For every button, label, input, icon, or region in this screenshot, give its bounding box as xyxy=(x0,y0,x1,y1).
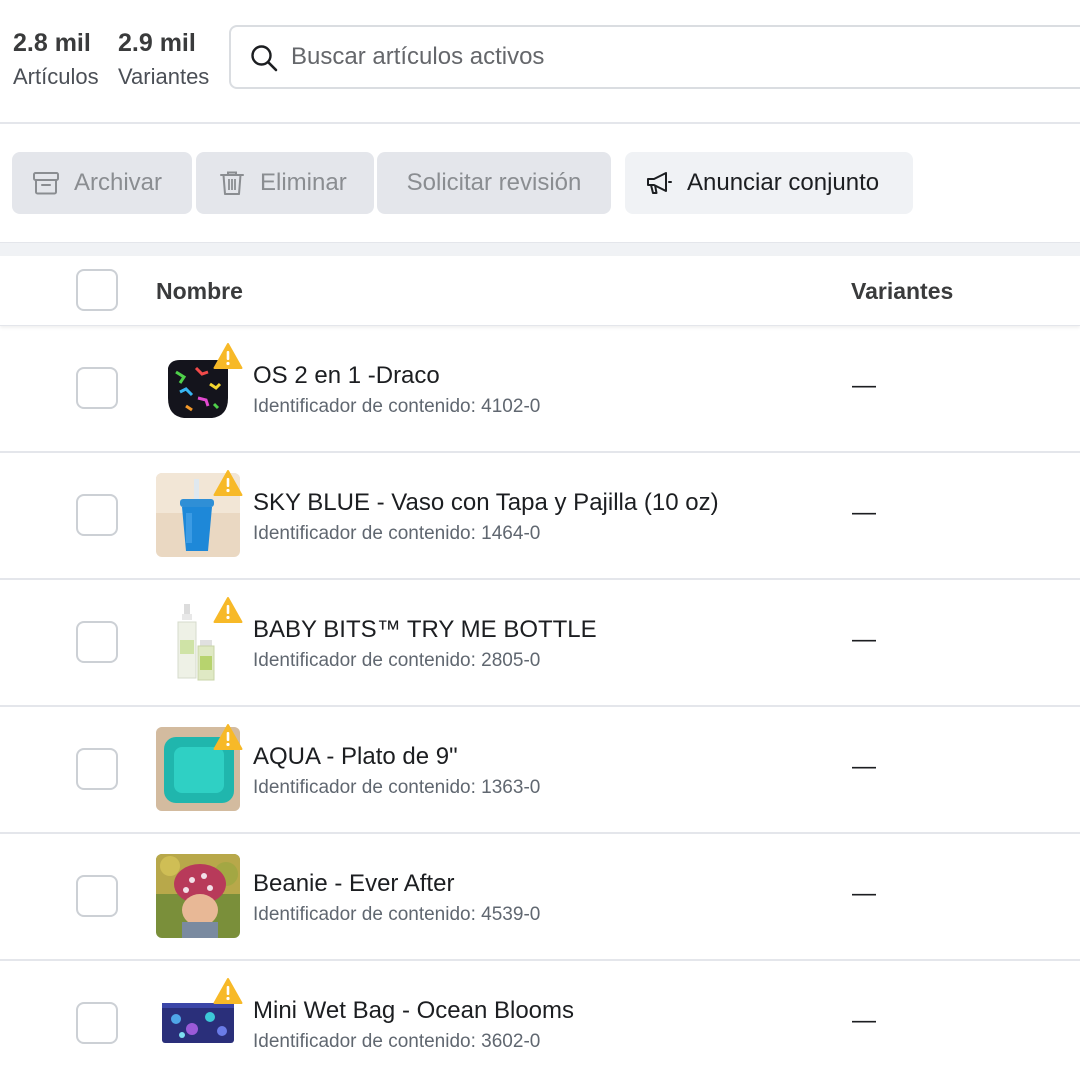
content-id-label: Identificador de contenido: xyxy=(253,1031,476,1052)
announce-set-label: Anunciar conjunto xyxy=(687,169,880,196)
variants-value: — xyxy=(852,753,876,780)
product-name[interactable]: Beanie - Ever After xyxy=(253,870,454,898)
content-id: Identificador de contenido: 4102-0 xyxy=(253,396,540,418)
warning-icon[interactable] xyxy=(213,977,243,1005)
variants-label: Variantes xyxy=(118,64,210,89)
warning-icon[interactable] xyxy=(213,723,243,751)
content-id: Identificador de contenido: 1464-0 xyxy=(253,523,540,545)
row-checkbox[interactable] xyxy=(76,367,118,409)
table-row[interactable]: SKY BLUE - Vaso con Tapa y Pajilla (10 o… xyxy=(0,453,1080,580)
content-id-value: 4539-0 xyxy=(481,904,541,925)
header-bar: 2.8 mil Artículos 2.9 mil Variantes xyxy=(0,0,1080,124)
articles-label: Artículos xyxy=(13,64,99,89)
table-row[interactable]: OS 2 en 1 -Draco Identificador de conten… xyxy=(0,326,1080,453)
request-review-label: Solicitar revisión xyxy=(406,169,582,196)
variants-value: — xyxy=(852,499,876,526)
product-name[interactable]: AQUA - Plato de 9" xyxy=(253,743,458,771)
variants-value: — xyxy=(852,880,876,907)
search-input[interactable] xyxy=(291,37,1071,77)
trash-icon xyxy=(220,171,244,195)
content-id-value: 3602-0 xyxy=(481,1031,541,1052)
table-header: Nombre Variantes xyxy=(0,256,1080,326)
table-row[interactable]: AQUA - Plato de 9" Identificador de cont… xyxy=(0,707,1080,834)
row-checkbox[interactable] xyxy=(76,621,118,663)
warning-icon[interactable] xyxy=(213,596,243,624)
search-box[interactable] xyxy=(229,25,1080,89)
content-id-value: 2805-0 xyxy=(481,650,541,671)
table-row[interactable]: Beanie - Ever After Identificador de con… xyxy=(0,834,1080,961)
warning-icon[interactable] xyxy=(213,469,243,497)
content-id: Identificador de contenido: 3602-0 xyxy=(253,1031,540,1053)
variants-value: — xyxy=(852,372,876,399)
content-id: Identificador de contenido: 4539-0 xyxy=(253,904,540,926)
megaphone-icon xyxy=(647,172,672,194)
archive-button[interactable]: Archivar xyxy=(12,152,192,214)
search-icon xyxy=(251,45,278,72)
content-id-value: 4102-0 xyxy=(481,396,541,417)
articles-count: 2.8 mil xyxy=(13,29,91,57)
variants-value: — xyxy=(852,1007,876,1034)
product-name[interactable]: SKY BLUE - Vaso con Tapa y Pajilla (10 o… xyxy=(253,489,719,517)
content-id-label: Identificador de contenido: xyxy=(253,396,476,417)
table-row[interactable]: BABY BITS™ TRY ME BOTTLE Identificador d… xyxy=(0,580,1080,707)
variants-stat: 2.9 mil Variantes xyxy=(118,28,209,92)
row-checkbox[interactable] xyxy=(76,748,118,790)
content-id: Identificador de contenido: 1363-0 xyxy=(253,777,540,799)
table-row[interactable]: Mini Wet Bag - Ocean Blooms Identificado… xyxy=(0,961,1080,1080)
product-name[interactable]: BABY BITS™ TRY ME BOTTLE xyxy=(253,616,597,644)
content-id-value: 1363-0 xyxy=(481,777,541,798)
warning-icon[interactable] xyxy=(213,342,243,370)
content-id-label: Identificador de contenido: xyxy=(253,904,476,925)
bulk-actions-toolbar: Archivar Eliminar Solicitar revisión Anu… xyxy=(0,124,1080,244)
content-id: Identificador de contenido: 2805-0 xyxy=(253,650,540,672)
content-id-label: Identificador de contenido: xyxy=(253,523,476,544)
product-thumbnail[interactable] xyxy=(156,854,240,938)
archive-label: Archivar xyxy=(74,169,163,196)
content-id-label: Identificador de contenido: xyxy=(253,777,476,798)
variants-value: — xyxy=(852,626,876,653)
column-header-variants[interactable]: Variantes xyxy=(851,278,953,305)
variants-count: 2.9 mil xyxy=(118,29,196,57)
row-checkbox[interactable] xyxy=(76,1002,118,1044)
delete-button[interactable]: Eliminar xyxy=(196,152,374,214)
content-id-value: 1464-0 xyxy=(481,523,541,544)
content-id-label: Identificador de contenido: xyxy=(253,650,476,671)
row-checkbox[interactable] xyxy=(76,875,118,917)
product-name[interactable]: Mini Wet Bag - Ocean Blooms xyxy=(253,997,574,1025)
delete-label: Eliminar xyxy=(260,169,347,196)
archive-icon xyxy=(33,172,59,195)
product-name[interactable]: OS 2 en 1 -Draco xyxy=(253,362,440,390)
announce-set-button[interactable]: Anunciar conjunto xyxy=(625,152,913,214)
request-review-button[interactable]: Solicitar revisión xyxy=(377,152,611,214)
articles-stat: 2.8 mil Artículos xyxy=(13,28,99,92)
section-divider xyxy=(0,242,1080,256)
column-header-name[interactable]: Nombre xyxy=(156,278,243,305)
select-all-checkbox[interactable] xyxy=(76,269,118,311)
row-checkbox[interactable] xyxy=(76,494,118,536)
